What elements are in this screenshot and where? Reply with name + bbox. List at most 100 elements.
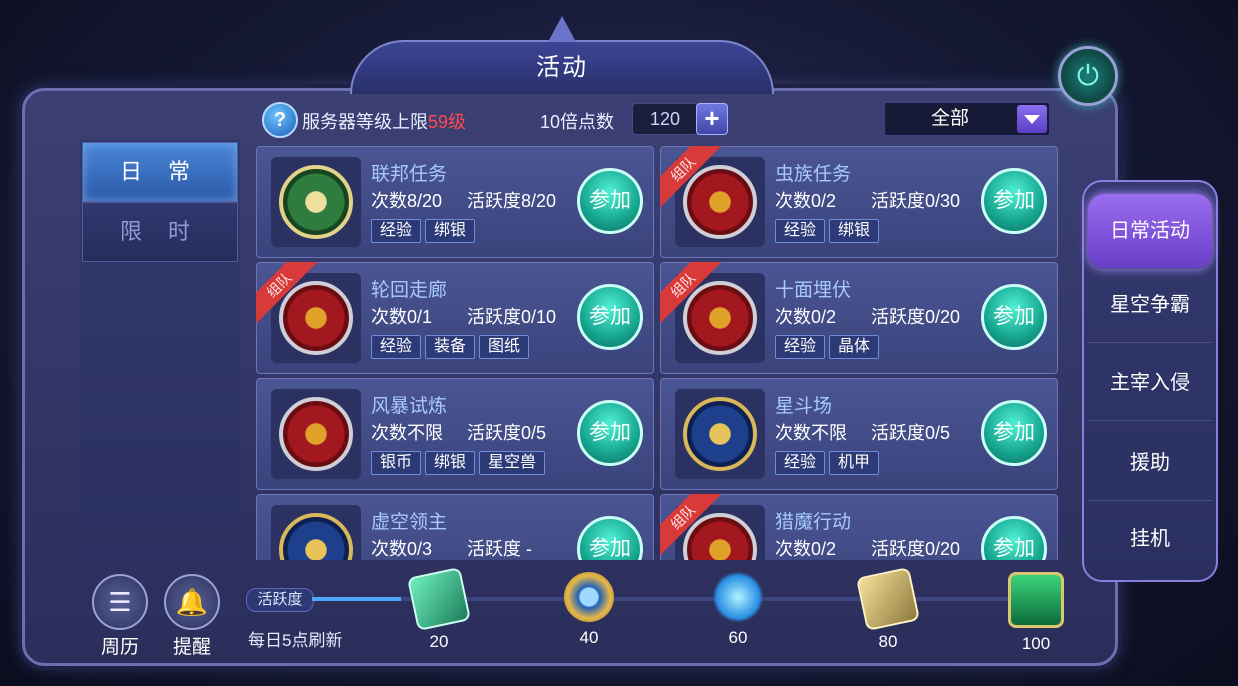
team-ribbon-label: 组队 [256,262,318,324]
nav-master-invasion[interactable]: 主宰入侵 [1088,346,1212,421]
join-button[interactable]: 参加 [577,400,643,466]
milestone-value: 100 [1021,634,1051,653]
milestone-80[interactable]: 80 [855,566,921,652]
activity-count: 次数不限 [775,423,847,443]
activity-name: 联邦任务 [371,164,448,185]
activity-emblem-frame [271,157,361,247]
activity-name: 虚空领主 [371,512,448,533]
activity-name: 轮回走廊 [371,280,448,301]
server-level-label: 服务器等级上限59级 [302,112,467,132]
calendar-label: 周历 [100,637,139,658]
nav-assist[interactable]: 援助 [1088,426,1212,501]
crystal-reward-icon [713,572,763,622]
gem-reward-icon [564,572,614,622]
activity-card: 组队 虫族任务 次数0/2 活跃度0/30 经验 绑银 参加 [660,146,1058,258]
activity-count: 次数0/2 [775,539,837,559]
team-ribbon-label: 组队 [660,146,722,208]
nav-daily-activity[interactable]: 日常活动 [1088,194,1212,269]
reward-tag: 绑银 [425,451,476,475]
milestone-value: 40 [579,628,599,647]
server-level-value: 59级 [428,112,467,132]
activity-points: 活跃度0/5 [871,423,951,443]
calendar-button[interactable]: ☰ 周历 [92,574,148,659]
activity-name: 虫族任务 [775,164,852,185]
chevron-down-icon[interactable] [1017,105,1047,133]
reward-tag: 图纸 [479,335,530,359]
team-ribbon: 组队 [660,146,722,208]
power-icon[interactable]: ⏻ [1058,46,1118,106]
tab-daily[interactable]: 日 常 [82,142,238,202]
join-button[interactable]: 参加 [981,284,1047,350]
reward-tags: 经验 绑银 [775,219,883,243]
nav-star-battle[interactable]: 星空争霸 [1088,268,1212,343]
activity-points: 活跃度0/5 [467,423,547,443]
activity-points: 活跃度0/10 [467,307,557,327]
team-ribbon: 组队 [256,262,318,324]
milestone-value: 60 [728,628,748,647]
info-row: ? 服务器等级上限59级 10倍点数 120 + 全部 [258,100,1058,138]
card-stack-reward-icon [855,566,921,632]
reward-tag: 机甲 [829,451,880,475]
activity-count: 次数不限 [371,423,443,443]
join-button[interactable]: 参加 [981,516,1047,560]
activity-points: 活跃度0/20 [871,307,961,327]
activity-emblem-icon [279,513,353,560]
activity-emblem-icon [683,397,757,471]
activity-emblem-icon [279,397,353,471]
reward-tag: 经验 [775,219,826,243]
milestone-40[interactable]: 40 [557,572,621,648]
window-title: 活动 [350,16,774,94]
filter-value: 全部 [930,108,969,129]
milestone-value: 80 [878,632,898,651]
milestone-value: 20 [429,632,449,651]
milestone-100[interactable]: 100 [1004,572,1068,654]
activity-card: 虚空领主 次数0/3 活跃度 - 参加 [256,494,654,560]
join-button[interactable]: 参加 [577,516,643,560]
left-tab-panel: 日 常 限 时 [80,140,240,560]
activity-name: 十面埋伏 [775,280,852,301]
activity-card: 组队 轮回走廊次数0/1 活跃度0/10 经验 装备 图纸 参加 [256,262,654,374]
reward-tags: 经验 晶体 [775,335,883,359]
reward-tag: 经验 [371,219,422,243]
activity-card: 组队 猎魔行动 次数0/2 活跃度0/20 参加 [660,494,1058,560]
activity-card: 组队 十面埋伏次数0/2 活跃度0/20 经验 晶体 参加 [660,262,1058,374]
remind-label: 提醒 [172,637,211,658]
reward-tag: 银币 [371,451,422,475]
activity-emblem-frame [675,389,765,479]
nav-idle[interactable]: 挂机 [1088,502,1212,576]
activity-name: 风暴试炼 [371,396,448,417]
activity-emblem-icon [279,165,353,239]
activity-card: 联邦任务 次数8/20 活跃度8/20 经验 绑银 参加 [256,146,654,258]
tab-limited[interactable]: 限 时 [82,202,238,262]
card-reward-icon [406,566,472,632]
multiplier-label: 10倍点数 [540,112,615,132]
milestone-60[interactable]: 60 [706,572,770,648]
chest-reward-icon [1008,572,1064,628]
filter-dropdown[interactable]: 全部 [884,102,1050,136]
activity-count: 次数0/2 [775,307,837,327]
team-ribbon: 组队 [660,262,722,324]
activity-points: 活跃度0/30 [871,191,961,211]
join-button[interactable]: 参加 [981,168,1047,234]
activity-name: 星斗场 [775,396,833,417]
reward-tags: 经验 装备 图纸 [371,335,533,359]
activity-points: 活跃度 - [467,539,532,559]
team-ribbon-label: 组队 [660,262,722,324]
right-nav: 日常活动 星空争霸 主宰入侵 援助 挂机 [1082,180,1218,582]
reward-tag: 经验 [371,335,422,359]
reward-tags: 银币 绑银 星空兽 [371,451,549,475]
remind-button[interactable]: 🔔 提醒 [164,574,220,659]
add-points-button[interactable]: + [696,103,728,135]
activity-grid: 联邦任务 次数8/20 活跃度8/20 经验 绑银 参加 组队 虫族任务 次数0/2 活跃度0/3… [248,140,1064,560]
milestone-20[interactable]: 20 [406,566,472,652]
reward-tag: 星空兽 [479,451,546,475]
activity-emblem-frame [271,389,361,479]
join-button[interactable]: 参加 [981,400,1047,466]
reward-tags: 经验 绑银 [371,219,479,243]
join-button[interactable]: 参加 [577,168,643,234]
help-icon[interactable]: ? [262,102,298,138]
reward-tag: 绑银 [425,219,476,243]
reward-tag: 绑银 [829,219,880,243]
activity-count: 次数0/1 [371,307,433,327]
join-button[interactable]: 参加 [577,284,643,350]
